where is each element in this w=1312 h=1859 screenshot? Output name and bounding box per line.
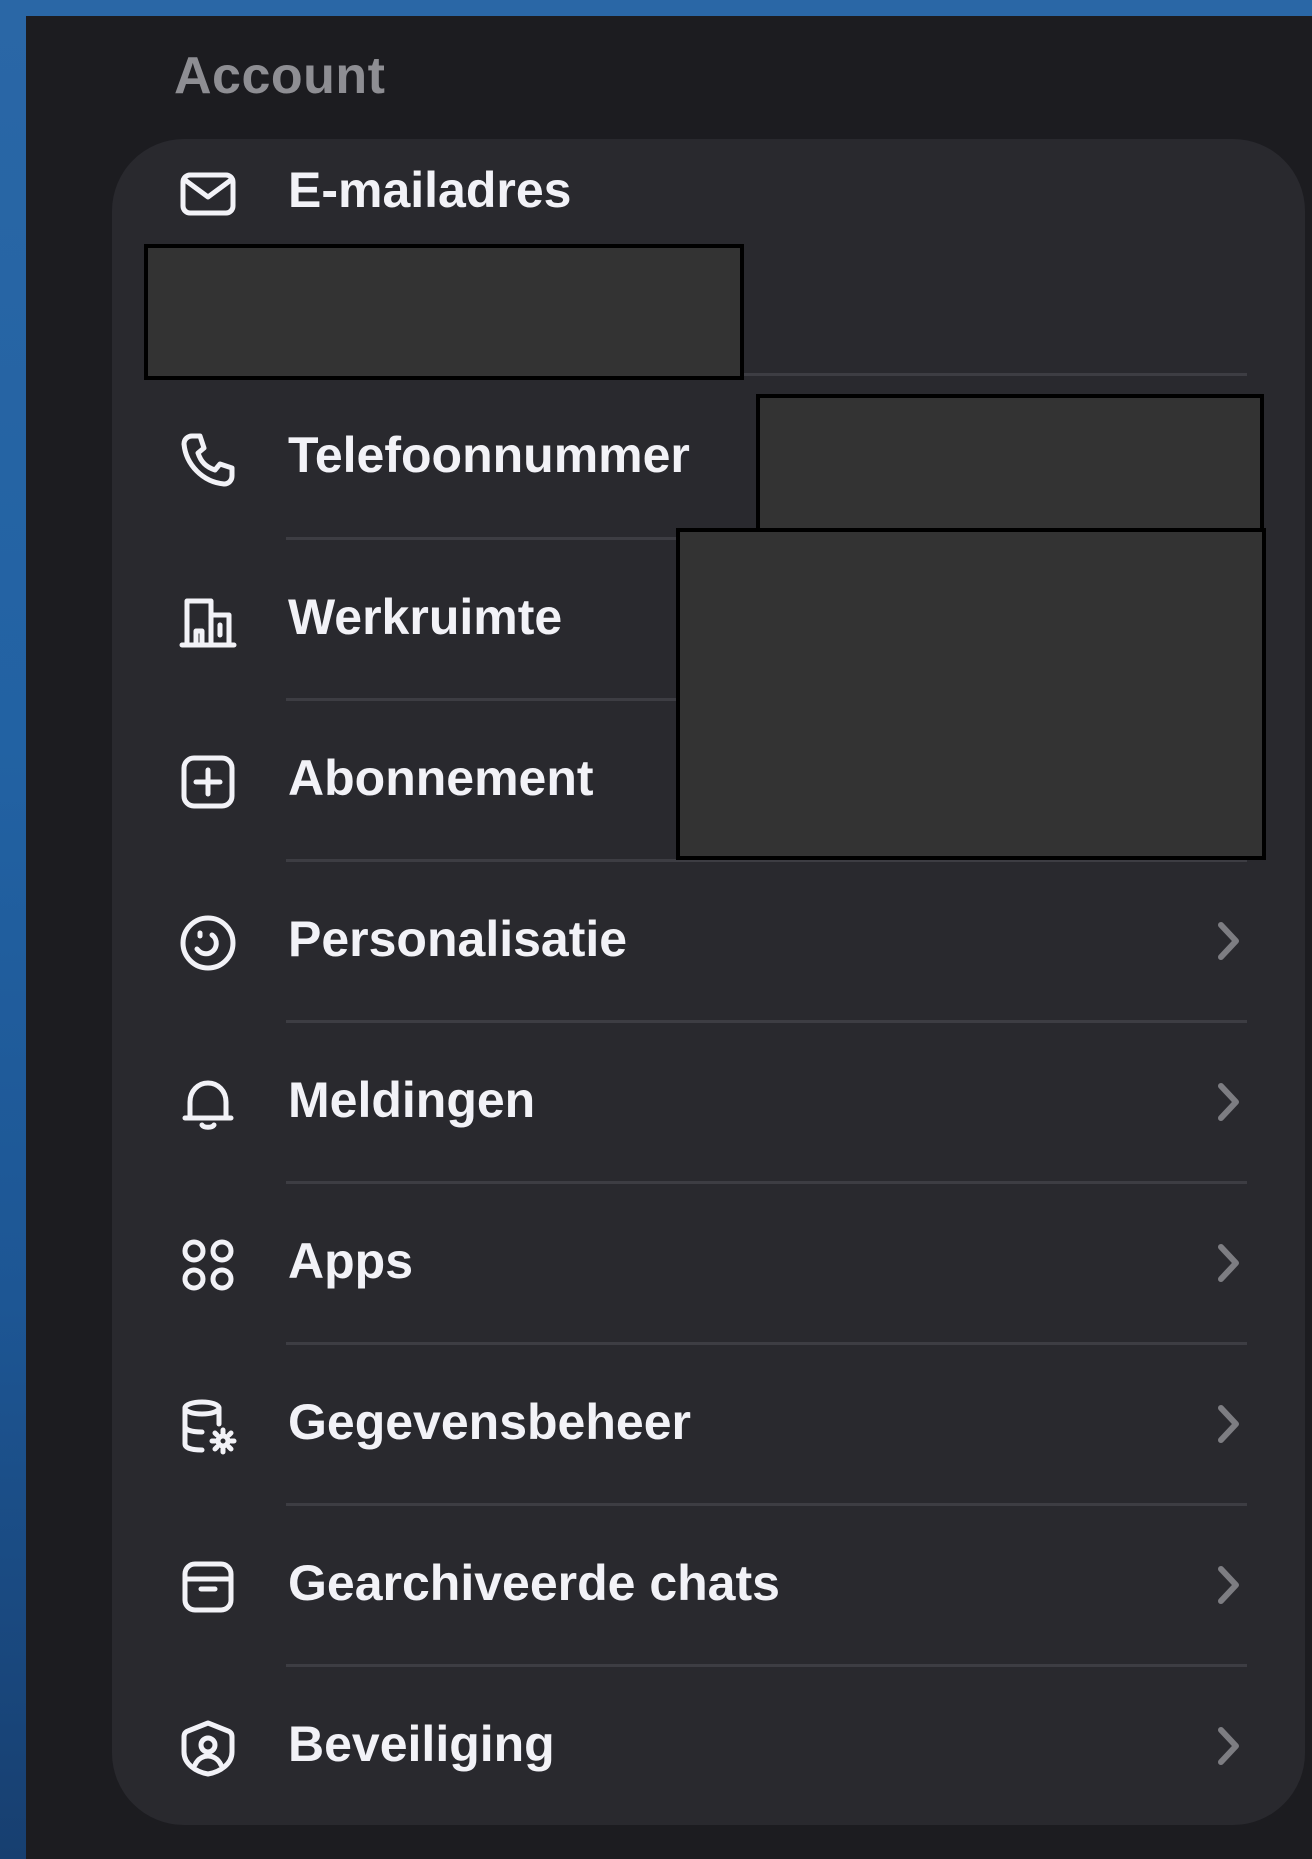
building-icon: [178, 591, 238, 651]
database-gear-icon: [178, 1396, 238, 1456]
account-settings-card: E-mailadres Telefoonnummer Werkruimte Ab…: [112, 139, 1305, 1825]
archive-box-icon: [178, 1557, 238, 1617]
redacted-phone-value: [756, 394, 1264, 532]
chevron-right-icon: [1211, 1241, 1245, 1285]
row-security[interactable]: Beveiliging: [112, 1666, 1305, 1825]
section-title-account: Account: [174, 47, 386, 105]
row-data-controls[interactable]: Gegevensbeheer: [112, 1344, 1305, 1505]
chevron-right-icon: [1211, 1724, 1245, 1768]
chevron-right-icon: [1211, 1080, 1245, 1124]
row-label-personalization: Personalisatie: [288, 911, 628, 967]
row-archived-chats[interactable]: Gearchiveerde chats: [112, 1505, 1305, 1666]
apps-grid-icon: [178, 1235, 238, 1295]
mail-icon: [178, 164, 238, 224]
row-label-workspace: Werkruimte: [288, 589, 563, 645]
row-label-notifications: Meldingen: [288, 1072, 536, 1128]
plus-square-icon: [178, 752, 238, 812]
row-label-email: E-mailadres: [288, 162, 572, 218]
chevron-right-icon: [1211, 919, 1245, 963]
row-label-phone: Telefoonnummer: [288, 427, 690, 483]
chevron-right-icon: [1211, 1563, 1245, 1607]
shield-user-icon: [178, 1718, 238, 1778]
bell-icon: [178, 1074, 238, 1134]
row-notifications[interactable]: Meldingen: [112, 1022, 1305, 1183]
phone-icon: [178, 430, 238, 490]
row-label-apps: Apps: [288, 1233, 413, 1289]
settings-screen: Account E-mailadres Telefoonnummer Werkr…: [26, 16, 1312, 1859]
row-personalization[interactable]: Personalisatie: [112, 861, 1305, 1022]
row-label-archived-chats: Gearchiveerde chats: [288, 1555, 780, 1611]
redacted-workspace-subscription-value: [676, 528, 1266, 860]
row-label-security: Beveiliging: [288, 1716, 555, 1772]
redacted-email-value: [144, 244, 744, 380]
row-apps[interactable]: Apps: [112, 1183, 1305, 1344]
row-label-data-controls: Gegevensbeheer: [288, 1394, 691, 1450]
chevron-right-icon: [1211, 1402, 1245, 1446]
smiley-icon: [178, 913, 238, 973]
row-label-subscription: Abonnement: [288, 750, 594, 806]
